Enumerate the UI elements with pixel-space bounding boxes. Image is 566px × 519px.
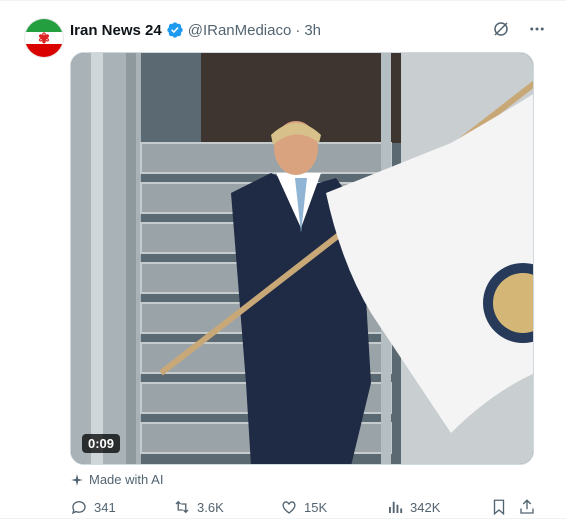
more-options-icon[interactable] <box>526 18 548 40</box>
ai-label: Made with AI <box>70 472 163 487</box>
reply-count: 341 <box>94 499 116 515</box>
like-count: 15K <box>304 499 328 515</box>
share-button[interactable] <box>518 498 536 516</box>
iran-emblem-icon: ✾ <box>38 30 50 46</box>
verified-badge-icon <box>167 22 183 38</box>
sparkle-icon <box>71 473 83 486</box>
ai-label-text: Made with AI <box>89 472 164 487</box>
reply-button[interactable]: 341 <box>70 498 116 516</box>
like-button[interactable]: 15K <box>280 498 327 516</box>
video-duration: 0:09 <box>82 434 121 453</box>
top-actions <box>490 18 548 40</box>
separator-dot: · <box>295 21 301 39</box>
author-handle[interactable]: @IRanMediaco <box>188 22 292 39</box>
avatar[interactable]: ✾ <box>24 18 64 58</box>
grok-icon[interactable] <box>490 18 512 40</box>
view-count: 342K <box>410 499 441 515</box>
author-name[interactable]: Iran News 24 <box>70 22 162 39</box>
divider <box>0 0 566 1</box>
timestamp[interactable]: 3h <box>304 22 321 39</box>
action-bar: 341 3.6K 15K 342K <box>70 498 534 518</box>
repost-count: 3.6K <box>197 499 224 515</box>
views-chart-icon <box>389 501 403 513</box>
reply-icon <box>71 501 86 515</box>
views-button[interactable]: 342K <box>386 498 440 516</box>
bookmark-icon <box>493 499 505 516</box>
repost-icon <box>175 500 189 514</box>
repost-button[interactable]: 3.6K <box>173 498 224 516</box>
video-frame <box>71 53 533 464</box>
bookmark-button[interactable] <box>490 498 508 516</box>
tweet[interactable]: ✾ Iran News 24 @IRanMediaco · 3h 0:09 Ma… <box>0 0 566 519</box>
heart-icon <box>282 501 296 514</box>
video-player[interactable] <box>70 52 534 465</box>
share-icon <box>520 499 534 514</box>
tweet-header: Iran News 24 @IRanMediaco · 3h <box>70 20 321 40</box>
